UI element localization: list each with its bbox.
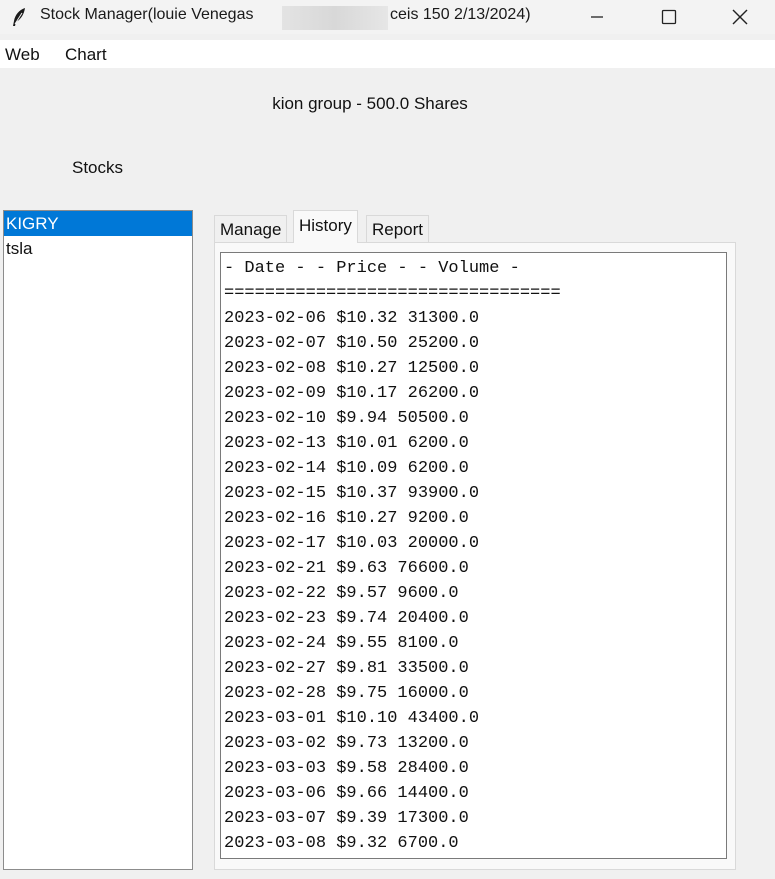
history-row: 2023-03-06 $9.66 14400.0 [224,784,469,803]
history-row: 2023-02-27 $9.81 33500.0 [224,659,469,678]
history-row: 2023-02-06 $10.32 31300.0 [224,309,480,328]
window-bottom-edge [0,871,775,879]
history-row: 2023-02-15 $10.37 93900.0 [224,484,480,503]
stocks-listbox[interactable]: KIGRY tsla [3,210,193,870]
history-row: 2023-02-07 $10.50 25200.0 [224,334,480,353]
menu-bar: Web Chart [0,40,775,68]
history-row: 2023-02-14 $10.09 6200.0 [224,459,469,478]
history-row: 2023-02-24 $9.55 8100.0 [224,634,459,653]
maximize-icon [661,9,677,25]
minimize-icon [591,16,603,18]
history-row: 2023-02-13 $10.01 6200.0 [224,434,469,453]
history-row: 2023-02-17 $10.03 20000.0 [224,534,480,553]
history-row: 2023-03-08 $9.32 6700.0 [224,834,459,853]
history-row: 2023-03-01 $10.10 43400.0 [224,709,480,728]
history-row: 2023-03-02 $9.73 13200.0 [224,734,469,753]
history-row: 2023-02-23 $9.74 20400.0 [224,609,469,628]
history-row: 2023-02-28 $9.75 16000.0 [224,684,469,703]
history-text-area[interactable]: - Date - - Price - - Volume - ==========… [220,252,727,859]
title-bar[interactable]: Stock Manager(louie Venegas ceis 150 2/1… [0,0,775,34]
history-row: 2023-02-08 $10.27 12500.0 [224,359,480,378]
history-row: 2023-02-16 $10.27 9200.0 [224,509,469,528]
stock-list-item-kigry[interactable]: KIGRY [4,211,192,236]
maximize-button[interactable] [646,0,692,34]
stock-list-item-tsla[interactable]: tsla [4,236,192,261]
history-header-line: - Date - - Price - - Volume - [224,259,520,278]
tab-history[interactable]: History [293,210,358,243]
history-row: 2023-03-07 $9.39 17300.0 [224,809,469,828]
redacted-region [282,6,388,30]
close-button[interactable] [717,0,763,34]
history-row: 2023-03-03 $9.58 28400.0 [224,759,469,778]
stock-header-label: kion group - 500.0 Shares [272,94,468,113]
tab-report[interactable]: Report [366,215,430,242]
window-title: Stock Manager(louie Venegas [40,6,254,23]
window-title-suffix: ceis 150 2/13/2024) [390,6,531,23]
menu-web[interactable]: Web [5,45,40,65]
history-row: 2023-02-10 $9.94 50500.0 [224,409,469,428]
minimize-button[interactable] [574,0,620,34]
close-icon [732,9,748,25]
feather-icon [13,8,25,26]
history-row: 2023-02-21 $9.63 76600.0 [224,559,469,578]
tab-manage[interactable]: Manage [214,215,288,242]
stocks-label: Stocks [72,158,124,177]
menu-chart[interactable]: Chart [65,45,107,65]
history-row: 2023-02-22 $9.57 9600.0 [224,584,459,603]
history-separator-line: ================================= [224,284,561,303]
history-row: 2023-02-09 $10.17 26200.0 [224,384,480,403]
